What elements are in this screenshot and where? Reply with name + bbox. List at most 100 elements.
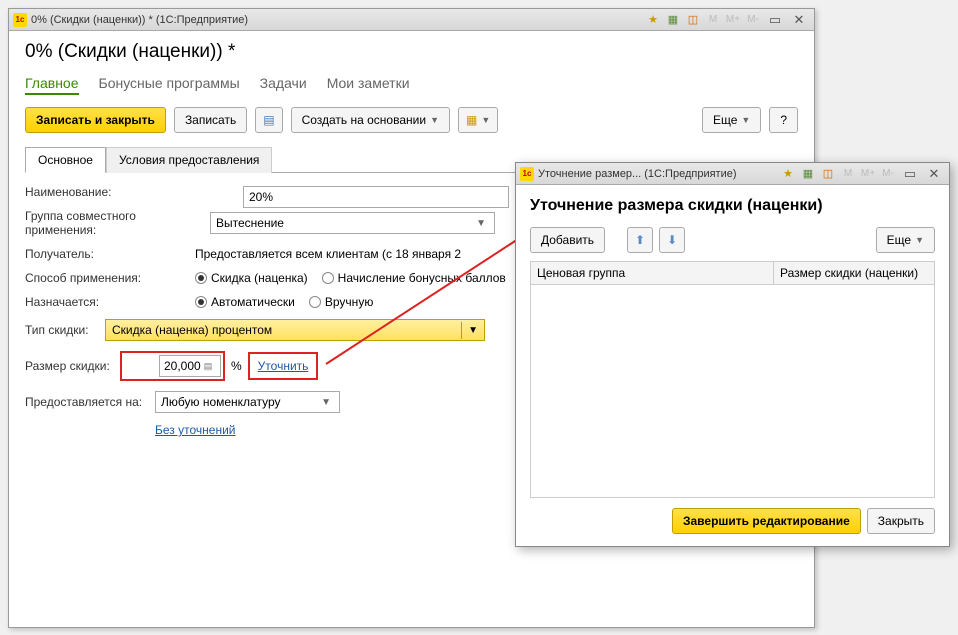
method-label: Способ применения: — [25, 271, 195, 285]
no-clarify-link[interactable]: Без уточнений — [155, 423, 235, 437]
close-icon[interactable]: ✕ — [923, 166, 945, 182]
more-label: Еще — [713, 113, 737, 127]
document-icon: ▦ — [466, 113, 477, 127]
clarify-link[interactable]: Уточнить — [252, 356, 315, 376]
group-value: Вытеснение — [216, 216, 473, 230]
clarify-dialog: 1c Уточнение размер... (1С:Предприятие) … — [515, 162, 950, 547]
chevron-down-icon[interactable]: ▼ — [318, 397, 334, 408]
favorite-icon[interactable]: ★ — [644, 12, 662, 28]
m-minus-icon[interactable]: M- — [879, 166, 897, 182]
name-input[interactable] — [243, 186, 509, 208]
list-icon-button[interactable]: ▤ — [255, 107, 282, 133]
calendar-icon[interactable]: ◫ — [684, 12, 702, 28]
assign-opt-auto[interactable]: Автоматически — [195, 295, 295, 309]
group-label: Группа совместного применения: — [25, 209, 210, 237]
chevron-down-icon[interactable]: ▼ — [461, 322, 484, 339]
dialog-titlebar-text: Уточнение размер... (1С:Предприятие) — [538, 168, 779, 180]
tab-bonus[interactable]: Бонусные программы — [99, 73, 240, 95]
add-button[interactable]: Добавить — [530, 227, 605, 253]
type-value: Скидка (наценка) процентом — [106, 320, 461, 340]
main-tabs: Главное Бонусные программы Задачи Мои за… — [25, 73, 798, 95]
assign-opt2-label: Вручную — [325, 295, 373, 309]
clarify-table[interactable]: Ценовая группа Размер скидки (наценки) — [530, 261, 935, 498]
app-icon: 1c — [520, 167, 534, 181]
calculator-icon[interactable]: ▦ — [799, 166, 817, 182]
dialog-close-button[interactable]: Закрыть — [867, 508, 935, 534]
radio-icon — [195, 296, 207, 308]
dialog-footer: Завершить редактирование Закрыть — [530, 498, 935, 534]
table-header: Ценовая группа Размер скидки (наценки) — [531, 262, 934, 285]
save-button[interactable]: Записать — [174, 107, 247, 133]
size-input[interactable]: 20,000▤ — [159, 355, 221, 377]
size-value: 20,000 — [164, 359, 201, 373]
radio-icon — [195, 272, 207, 284]
calendar-icon[interactable]: ◫ — [819, 166, 837, 182]
dialog-titlebar[interactable]: 1c Уточнение размер... (1С:Предприятие) … — [516, 163, 949, 185]
method-radio-group: Скидка (наценка) Начисление бонусных бал… — [195, 271, 506, 285]
assign-opt1-label: Автоматически — [211, 295, 295, 309]
titlebar-actions: ★ ▦ ◫ M M+ M- ▭ ✕ — [644, 12, 810, 28]
m-icon[interactable]: M — [839, 166, 857, 182]
type-select[interactable]: Скидка (наценка) процентом ▼ — [105, 319, 485, 341]
create-based-label: Создать на основании — [302, 113, 427, 127]
tab-tasks[interactable]: Задачи — [260, 73, 307, 95]
more-button[interactable]: Еще ▼ — [702, 107, 761, 133]
main-titlebar[interactable]: 1c 0% (Скидки (наценки)) * (1С:Предприят… — [9, 9, 814, 31]
radio-icon — [322, 272, 334, 284]
method-opt-bonus[interactable]: Начисление бонусных баллов — [322, 271, 506, 285]
dialog-titlebar-actions: ★ ▦ ◫ M M+ M- ▭ ✕ — [779, 166, 945, 182]
assign-radio-group: Автоматически Вручную — [195, 295, 373, 309]
tab-main[interactable]: Главное — [25, 73, 79, 95]
col-price-group[interactable]: Ценовая группа — [531, 262, 774, 284]
chevron-down-icon[interactable]: ▼ — [473, 218, 489, 229]
clarify-highlight: Уточнить — [248, 352, 319, 380]
m-plus-icon[interactable]: M+ — [859, 166, 877, 182]
close-icon[interactable]: ✕ — [788, 12, 810, 28]
chevron-down-icon: ▼ — [915, 235, 924, 245]
calculator-icon[interactable]: ▦ — [664, 12, 682, 28]
provided-label: Предоставляется на: — [25, 395, 155, 409]
minimize-icon[interactable]: ▭ — [764, 12, 786, 28]
method-opt1-label: Скидка (наценка) — [211, 271, 308, 285]
spinner-icon[interactable]: ▤ — [204, 361, 213, 372]
dialog-more-button[interactable]: Еще ▼ — [876, 227, 935, 253]
move-down-button[interactable]: ⬇ — [659, 227, 685, 253]
m-icon[interactable]: M — [704, 12, 722, 28]
save-close-button[interactable]: Записать и закрыть — [25, 107, 166, 133]
col-discount-size[interactable]: Размер скидки (наценки) — [774, 262, 934, 284]
m-minus-icon[interactable]: M- — [744, 12, 762, 28]
chevron-down-icon: ▼ — [481, 115, 490, 125]
chevron-down-icon: ▼ — [741, 115, 750, 125]
dialog-more-label: Еще — [887, 233, 911, 247]
dialog-title: Уточнение размера скидки (наценки) — [530, 197, 935, 215]
list-icon: ▤ — [263, 113, 274, 127]
help-button[interactable]: ? — [769, 107, 798, 133]
type-label: Тип скидки: — [25, 323, 105, 337]
finish-editing-button[interactable]: Завершить редактирование — [672, 508, 861, 534]
provided-value: Любую номенклатуру — [161, 395, 318, 409]
name-label: Наименование: — [25, 185, 195, 199]
titlebar-text: 0% (Скидки (наценки)) * (1С:Предприятие) — [31, 14, 644, 26]
minimize-icon[interactable]: ▭ — [899, 166, 921, 182]
document-icon-button[interactable]: ▦▼ — [458, 107, 498, 133]
size-unit: % — [231, 359, 242, 373]
m-plus-icon[interactable]: M+ — [724, 12, 742, 28]
recipient-label: Получатель: — [25, 247, 195, 261]
group-select[interactable]: Вытеснение ▼ — [210, 212, 495, 234]
assign-opt-manual[interactable]: Вручную — [309, 295, 373, 309]
size-label: Размер скидки: — [25, 359, 120, 373]
arrow-down-icon: ⬇ — [667, 233, 677, 247]
move-up-button[interactable]: ⬆ — [627, 227, 653, 253]
dialog-body: Уточнение размера скидки (наценки) Добав… — [516, 185, 949, 546]
method-opt-discount[interactable]: Скидка (наценка) — [195, 271, 308, 285]
provided-select[interactable]: Любую номенклатуру ▼ — [155, 391, 340, 413]
dialog-toolbar: Добавить ⬆ ⬇ Еще ▼ — [530, 227, 935, 253]
favorite-icon[interactable]: ★ — [779, 166, 797, 182]
tab-notes[interactable]: Мои заметки — [327, 73, 410, 95]
page-title: 0% (Скидки (наценки)) * — [25, 41, 798, 63]
create-based-button[interactable]: Создать на основании ▼ — [291, 107, 450, 133]
chevron-down-icon: ▼ — [430, 115, 439, 125]
subtab-conditions[interactable]: Условия предоставления — [106, 147, 272, 173]
subtab-main[interactable]: Основное — [25, 147, 106, 173]
app-icon: 1c — [13, 13, 27, 27]
